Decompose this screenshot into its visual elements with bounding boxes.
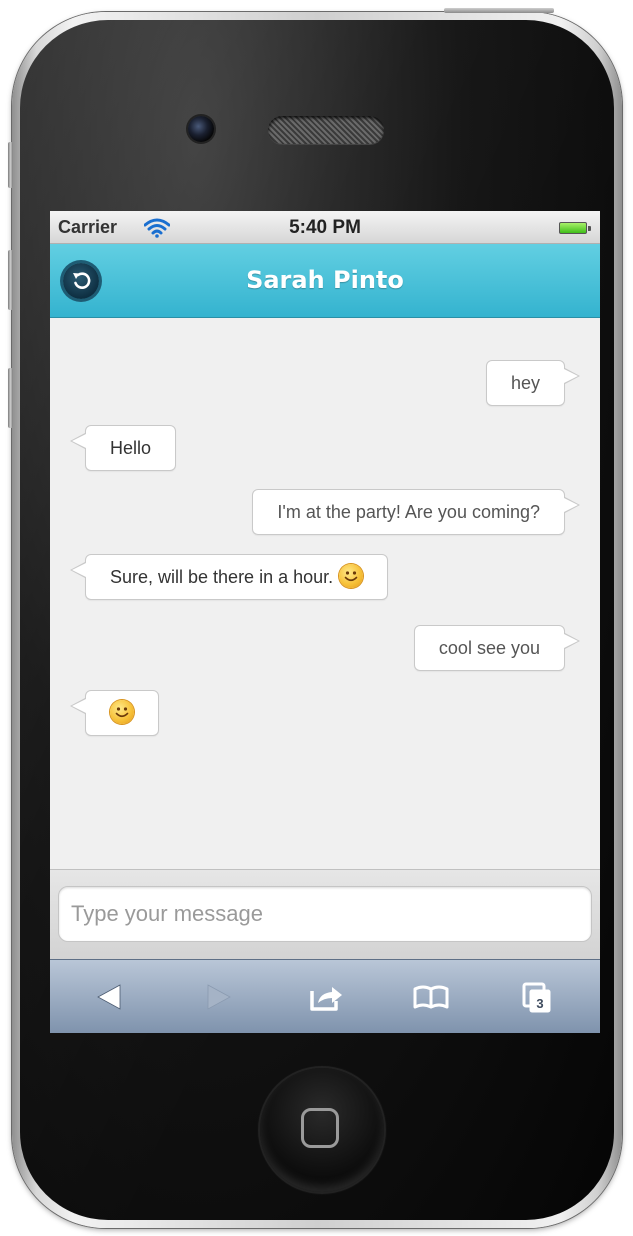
- home-square-icon: [301, 1108, 339, 1148]
- message-text: Hello: [110, 438, 152, 458]
- composer-bar: [50, 869, 600, 959]
- battery-icon: [559, 222, 591, 234]
- message-text: I'm at the party! Are you coming?: [277, 502, 540, 522]
- message-bubble-outgoing: hey: [485, 360, 581, 406]
- contact-name: Sarah Pinto: [246, 266, 404, 294]
- message-text: cool see you: [438, 638, 540, 658]
- back-icon: [97, 984, 121, 1010]
- smiley-icon: [110, 700, 134, 724]
- status-time: 5:40 PM: [289, 217, 361, 238]
- message-bubble-outgoing: cool see you: [413, 625, 581, 671]
- message-text: hey: [510, 373, 540, 393]
- tabs-button[interactable]: 3: [518, 977, 558, 1017]
- share-icon: [310, 987, 342, 1011]
- share-button[interactable]: [306, 977, 346, 1017]
- home-button[interactable]: [260, 1068, 384, 1192]
- message-bubble-incoming: Hello: [69, 425, 177, 471]
- bookmarks-button[interactable]: [411, 977, 451, 1017]
- front-camera: [188, 116, 214, 142]
- browser-toolbar: 3: [50, 959, 600, 1033]
- browser-forward-button[interactable]: [198, 977, 238, 1017]
- smiley-icon: [339, 564, 364, 588]
- tabs-count: 3: [536, 996, 544, 1011]
- screen: Carrier 5:40 PM Sarah Pinto hey Hello I'…: [50, 211, 600, 1033]
- silent-switch: [8, 142, 13, 188]
- browser-back-button[interactable]: [90, 977, 130, 1017]
- bookmarks-icon: [413, 985, 449, 1009]
- status-bar: Carrier 5:40 PM: [50, 211, 600, 244]
- message-bubble-incoming: [70, 690, 159, 736]
- message-bubble-incoming: Sure, will be there in a hour.: [69, 554, 389, 600]
- message-input[interactable]: [58, 886, 592, 942]
- earpiece-speaker: [268, 116, 384, 144]
- chat-header: Sarah Pinto: [50, 244, 600, 318]
- message-bubble-outgoing: I'm at the party! Are you coming?: [252, 489, 580, 535]
- forward-icon: [207, 984, 231, 1010]
- message-text: Sure, will be there in a hour.: [110, 567, 334, 587]
- message-list: hey Hello I'm at the party! Are you comi…: [50, 318, 600, 869]
- volume-down-button: [8, 368, 13, 428]
- sleep-button: [444, 8, 554, 13]
- volume-up-button: [8, 250, 13, 310]
